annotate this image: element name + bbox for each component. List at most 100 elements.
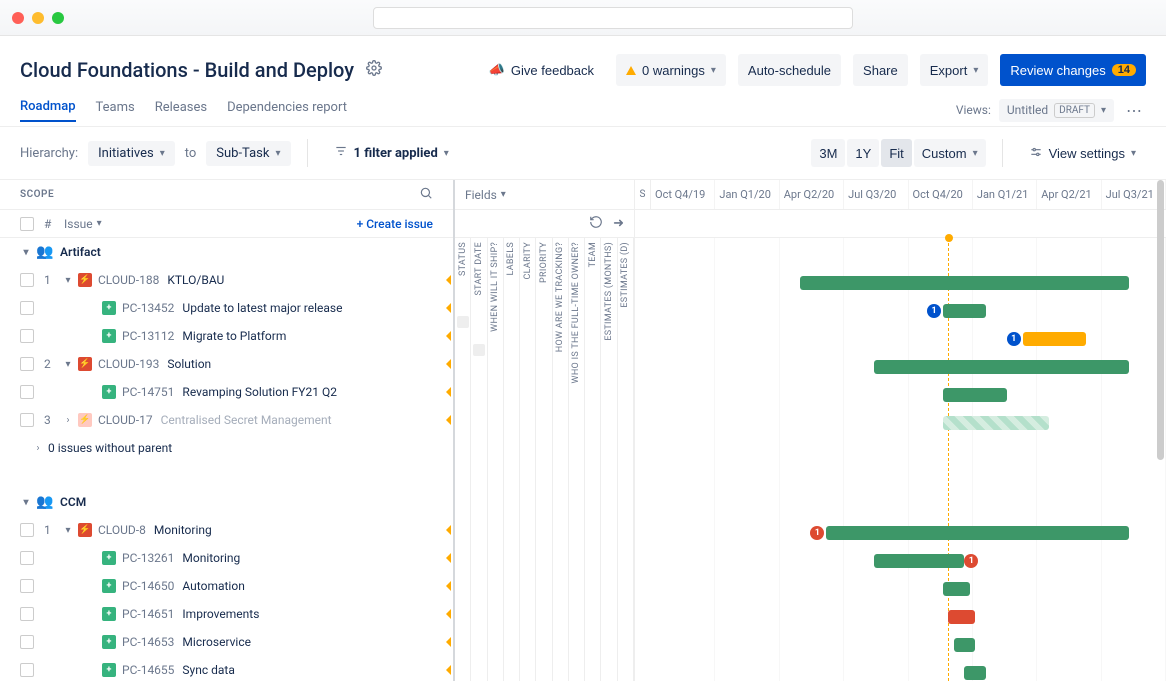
auto-schedule-button[interactable]: Auto-schedule <box>738 54 841 86</box>
dependency-badge[interactable]: 1 <box>1007 332 1021 346</box>
select-all-checkbox[interactable] <box>20 217 34 231</box>
row-checkbox[interactable] <box>20 579 34 593</box>
review-changes-button[interactable]: Review changes 14 <box>1000 54 1146 86</box>
gantt-bar[interactable] <box>826 526 1129 540</box>
tab-teams[interactable]: Teams <box>96 100 135 121</box>
field-column[interactable]: WHEN WILL IT SHIP? <box>488 238 504 681</box>
issue-row[interactable]: +PC-14751Revamping Solution FY21 Q2 <box>0 378 453 406</box>
issue-row[interactable]: +PC-14651Improvements <box>0 600 453 628</box>
chevron-down-icon[interactable]: ▾ <box>20 247 32 258</box>
hierarchy-to[interactable]: Sub-Task▾ <box>206 141 290 166</box>
row-checkbox[interactable] <box>20 357 34 371</box>
timescale-1y[interactable]: 1Y <box>847 139 879 167</box>
expand-icon[interactable]: ▾ <box>62 359 74 370</box>
field-column[interactable]: START DATE <box>471 238 487 681</box>
more-icon[interactable]: ⋯ <box>1122 97 1146 124</box>
gantt-bar[interactable] <box>800 276 1129 290</box>
filter-button[interactable]: 1 filter applied ▾ <box>324 139 459 167</box>
omnibox[interactable] <box>373 7 853 29</box>
field-column[interactable]: TEAM <box>585 238 601 681</box>
issue-key[interactable]: CLOUD-193 <box>98 357 159 371</box>
gantt-bar[interactable] <box>943 388 1007 402</box>
export-button[interactable]: Export▾ <box>920 54 989 86</box>
timescale-fit[interactable]: Fit <box>881 139 911 167</box>
issue-key[interactable]: CLOUD-17 <box>98 413 153 427</box>
issue-row[interactable]: 2▾⚡CLOUD-193Solution <box>0 350 453 378</box>
issue-key[interactable]: PC-13261 <box>122 551 174 565</box>
issue-row[interactable]: +PC-14650Automation <box>0 572 453 600</box>
sprint-flag[interactable]: S <box>635 180 651 209</box>
row-checkbox[interactable] <box>20 523 34 537</box>
hierarchy-from[interactable]: Initiatives▾ <box>88 141 175 166</box>
field-column[interactable]: PRIORITY <box>536 238 552 681</box>
row-checkbox[interactable] <box>20 273 34 287</box>
issue-row[interactable]: 1▾⚡CLOUD-8Monitoring <box>0 516 453 544</box>
issue-key[interactable]: PC-14651 <box>122 607 174 621</box>
row-checkbox[interactable] <box>20 385 34 399</box>
field-column[interactable]: STATUS <box>455 238 471 681</box>
field-column[interactable]: WHO IS THE FULL-TIME OWNER? <box>569 238 585 681</box>
gear-icon[interactable] <box>366 60 382 80</box>
tab-releases[interactable]: Releases <box>155 100 207 121</box>
timescale-3m[interactable]: 3M <box>811 139 845 167</box>
issue-key[interactable]: PC-14650 <box>122 579 174 593</box>
field-column[interactable]: ESTIMATES (D) <box>618 238 634 681</box>
search-icon[interactable] <box>419 186 433 204</box>
create-issue-link[interactable]: + Create issue <box>357 217 433 231</box>
gantt-bar[interactable] <box>874 554 964 568</box>
issue-row[interactable]: 1▾⚡CLOUD-188KTLO/BAU <box>0 266 453 294</box>
chevron-right-icon[interactable]: › <box>32 443 44 454</box>
gantt-bar[interactable] <box>943 304 985 318</box>
issue-row[interactable]: +PC-14653Microservice <box>0 628 453 656</box>
fields-label[interactable]: Fields <box>465 188 497 202</box>
tab-roadmap[interactable]: Roadmap <box>20 99 76 122</box>
expand-icon[interactable]: ▾ <box>62 275 74 286</box>
expand-icon[interactable]: › <box>62 415 74 426</box>
issue-key[interactable]: CLOUD-8 <box>98 523 146 537</box>
row-checkbox[interactable] <box>20 301 34 315</box>
issue-key[interactable]: PC-14655 <box>122 663 174 677</box>
issue-row[interactable]: +PC-14655Sync data <box>0 656 453 681</box>
gantt-bar[interactable] <box>1023 332 1087 346</box>
tab-dependencies[interactable]: Dependencies report <box>227 100 347 121</box>
row-checkbox[interactable] <box>20 413 34 427</box>
close-window-button[interactable] <box>12 12 24 24</box>
view-settings-button[interactable]: View settings ▾ <box>1019 137 1146 169</box>
group-header[interactable]: ▾ 👥 Artifact <box>0 238 453 266</box>
issue-row[interactable]: +PC-13261Monitoring <box>0 544 453 572</box>
issue-key[interactable]: CLOUD-188 <box>98 273 159 287</box>
row-checkbox[interactable] <box>20 329 34 343</box>
field-column[interactable]: ESTIMATES (MONTHS) <box>601 238 617 681</box>
field-column[interactable]: HOW ARE WE TRACKING? <box>553 238 569 681</box>
issue-key[interactable]: PC-14653 <box>122 635 174 649</box>
chevron-down-icon[interactable]: ▾ <box>20 497 32 508</box>
issue-row[interactable]: +PC-13112Migrate to Platform <box>0 322 453 350</box>
issue-row[interactable]: +PC-13452Update to latest major release <box>0 294 453 322</box>
row-checkbox[interactable] <box>20 635 34 649</box>
collapse-icon[interactable]: ➜ <box>613 216 624 231</box>
maximize-window-button[interactable] <box>52 12 64 24</box>
dependency-badge[interactable]: 1 <box>927 304 941 318</box>
gantt-bar[interactable] <box>943 582 970 596</box>
row-checkbox[interactable] <box>20 551 34 565</box>
views-selector[interactable]: Untitled DRAFT ▾ <box>999 99 1114 122</box>
share-button[interactable]: Share <box>853 54 908 86</box>
issue-key[interactable]: PC-13452 <box>122 301 174 315</box>
issue-key[interactable]: PC-14751 <box>122 385 174 399</box>
gantt-bar[interactable] <box>943 416 1049 430</box>
minimize-window-button[interactable] <box>32 12 44 24</box>
issues-without-parent[interactable]: ›0 issues without parent <box>0 434 453 462</box>
field-column[interactable]: LABELS <box>504 238 520 681</box>
warnings-button[interactable]: 0 warnings ▾ <box>616 54 726 86</box>
col-issue[interactable]: Issue <box>64 217 93 231</box>
timescale-custom[interactable]: Custom▾ <box>914 139 986 167</box>
row-checkbox[interactable] <box>20 607 34 621</box>
issue-row[interactable]: 3›⚡CLOUD-17Centralised Secret Management <box>0 406 453 434</box>
feedback-button[interactable]: 📣 Give feedback <box>479 54 604 86</box>
expand-icon[interactable]: ▾ <box>62 525 74 536</box>
gantt-bar[interactable] <box>948 610 975 624</box>
issue-key[interactable]: PC-13112 <box>122 329 174 343</box>
row-checkbox[interactable] <box>20 663 34 677</box>
gantt-bar[interactable] <box>954 638 975 652</box>
group-header[interactable]: ▾ 👥 CCM <box>0 488 453 516</box>
